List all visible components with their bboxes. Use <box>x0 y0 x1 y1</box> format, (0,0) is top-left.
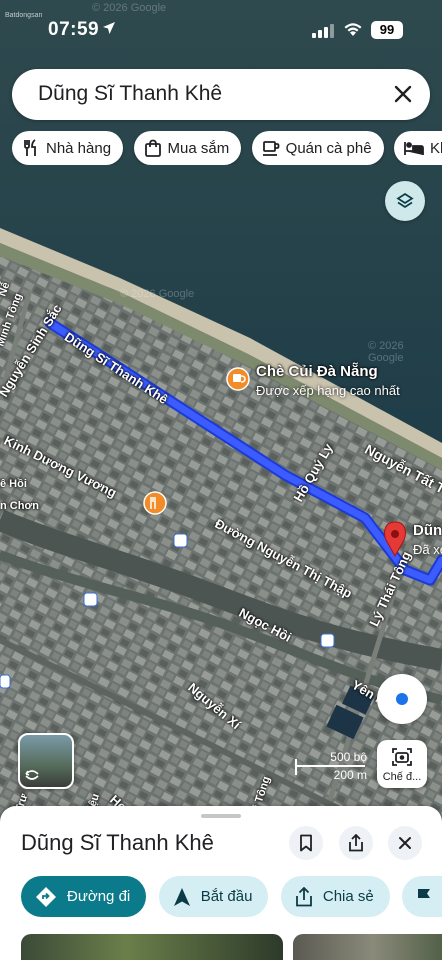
status-time: 07:59 <box>48 19 100 40</box>
photo-strip <box>21 934 442 960</box>
layers-button[interactable] <box>385 181 425 221</box>
battery-indicator: 99 <box>371 21 403 39</box>
share-icon <box>295 886 312 906</box>
chip-cafes[interactable]: Quán cà phê <box>251 131 384 165</box>
share-action-button[interactable]: Chia sẻ <box>280 876 390 917</box>
start-label: Bắt đầu <box>200 888 253 905</box>
location-arrow-icon <box>103 22 115 34</box>
navigation-arrow-icon <box>173 887 190 906</box>
map-watermark: © 2026 Google <box>368 340 404 364</box>
scale-tick <box>295 759 297 775</box>
flag-icon <box>418 888 431 906</box>
layers-icon <box>396 192 414 209</box>
map-watermark: © 2026 Google <box>120 288 195 300</box>
chip-label: Nhà hàng <box>46 139 112 157</box>
place-photo[interactable] <box>293 934 442 960</box>
map-scale: 500 bộ 200 m <box>293 750 369 782</box>
my-location-icon <box>396 693 408 705</box>
place-photo[interactable] <box>21 934 283 960</box>
chip-label: Quán cà phê <box>285 139 372 157</box>
category-chips: Nhà hàng Mua sắm Quán cà phê Khác <box>12 131 442 165</box>
chip-hotels[interactable]: Khác <box>394 131 442 165</box>
scale-bar <box>295 765 365 767</box>
chip-label: Khác <box>430 139 442 157</box>
fork-knife-icon <box>24 139 36 156</box>
chip-restaurants[interactable]: Nhà hàng <box>12 131 124 165</box>
wifi-icon <box>344 23 362 36</box>
poi-subtitle: Được xếp hạng cao nhất <box>256 383 400 398</box>
scale-meters: 200 m <box>333 768 367 782</box>
share-icon <box>349 834 363 852</box>
place-bottom-sheet[interactable]: Dũng Sĩ Thanh Khê Đường đi Bắt đầu Chia … <box>0 806 442 960</box>
share-button[interactable] <box>339 826 373 860</box>
place-title: Dũng Sĩ Thanh Khê <box>21 830 214 855</box>
coffee-poi-icon[interactable] <box>226 367 250 391</box>
status-bar: Batdongsan 07:59 99 <box>0 0 442 58</box>
share-label: Chia sẻ <box>322 888 374 905</box>
camera-mode-label: Chế đ... <box>382 771 422 783</box>
restaurant-poi-icon[interactable] <box>143 491 167 515</box>
camera-mode-button[interactable]: Chế đ... <box>377 740 427 788</box>
chip-label: Mua sắm <box>167 139 230 157</box>
start-button[interactable]: Bắt đầu <box>158 876 269 917</box>
search-bar[interactable]: Dũng Sĩ Thanh Khê <box>12 69 430 120</box>
shopping-bag-icon <box>144 139 161 157</box>
coffee-cup-icon <box>262 141 280 156</box>
close-icon <box>399 837 411 849</box>
drag-handle[interactable] <box>201 814 241 818</box>
action-buttons: Đường đi Bắt đầu Chia sẻ T <box>21 876 442 917</box>
destination-name[interactable]: Dũng <box>413 522 442 539</box>
road-label-hoi: ê Hồi <box>0 478 27 490</box>
cellular-signal-icon <box>312 24 334 38</box>
camera-icon <box>392 748 412 766</box>
destination-subtitle: Đã xe <box>413 542 442 557</box>
brand-watermark: Batdongsan <box>5 12 43 19</box>
scale-feet: 500 bộ <box>330 750 367 764</box>
bed-icon <box>404 142 424 155</box>
close-icon[interactable] <box>392 83 414 105</box>
bookmark-icon <box>300 834 312 852</box>
my-location-button[interactable] <box>377 674 427 724</box>
save-button[interactable] <box>289 826 323 860</box>
search-query[interactable]: Dũng Sĩ Thanh Khê <box>38 82 222 106</box>
close-sheet-button[interactable] <box>388 826 422 860</box>
chip-shopping[interactable]: Mua sắm <box>133 131 242 165</box>
poi-name[interactable]: Chè Củi Đà Nẵng <box>256 363 378 380</box>
road-label-chon: n Chơn <box>0 500 39 512</box>
rotate-360-icon <box>25 770 39 780</box>
more-action-button[interactable]: T <box>402 876 442 917</box>
directions-button[interactable]: Đường đi <box>21 876 147 917</box>
directions-icon <box>36 886 56 907</box>
directions-label: Đường đi <box>67 888 131 905</box>
